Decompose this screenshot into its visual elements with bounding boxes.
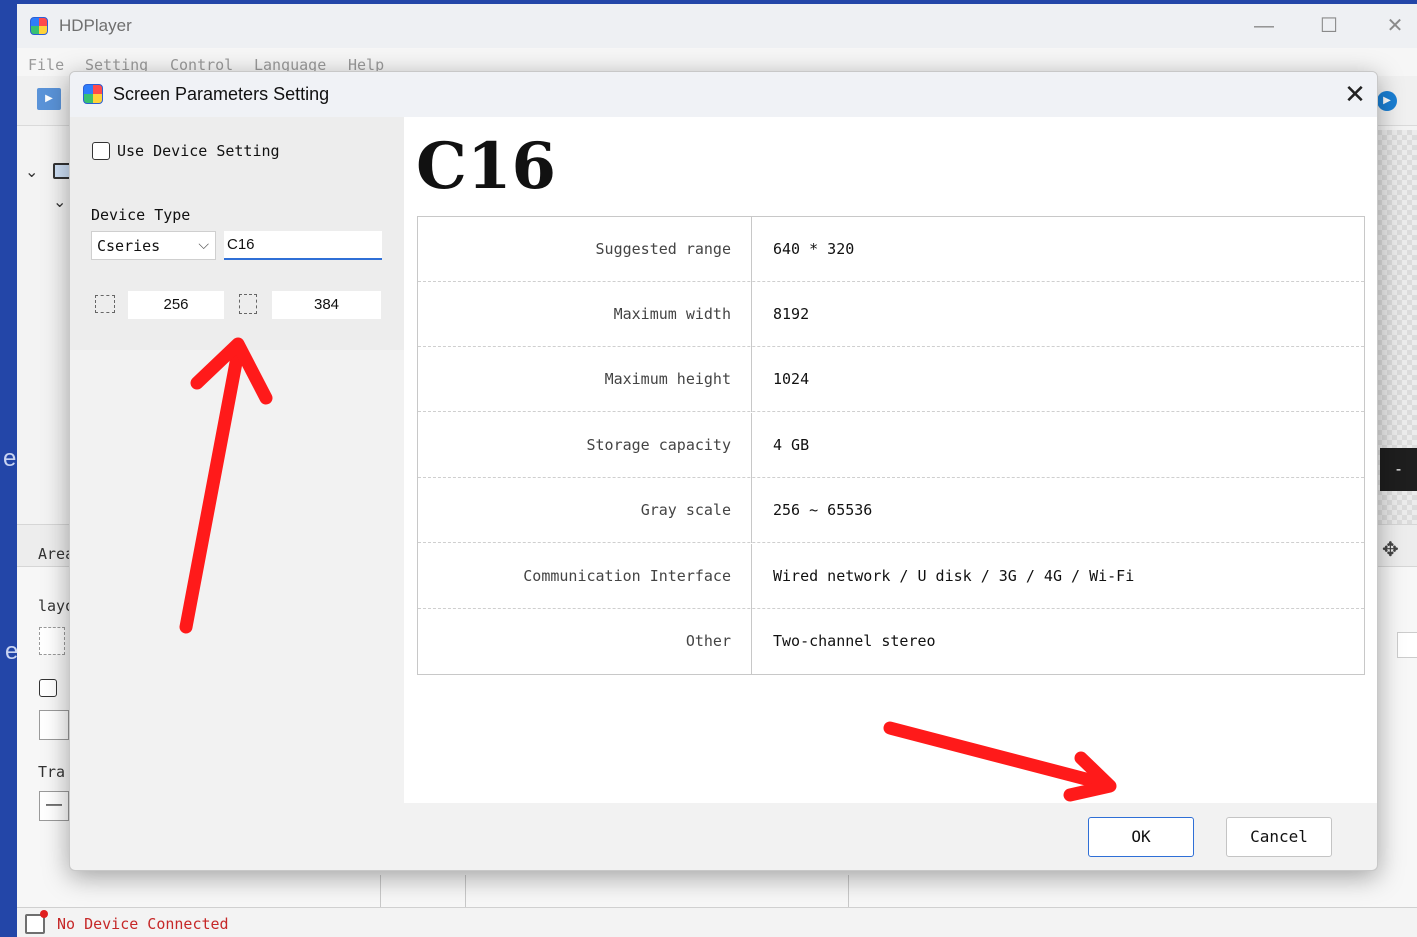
tree-expand-icon[interactable]: ⌄	[25, 162, 38, 182]
dialog-close-icon[interactable]: ✕	[1338, 78, 1372, 110]
device-settings-pane: Use Device Setting Device Type Cseries ⌵…	[70, 117, 404, 350]
use-device-setting-checkbox[interactable]	[92, 142, 110, 160]
device-spec-pane: C16 Suggested range 640 * 320 Maximum wi…	[404, 117, 1377, 803]
transparency-minus-button[interactable]: —	[39, 791, 69, 821]
height-icon	[239, 294, 257, 314]
table-row: Maximum height 1024	[418, 347, 1364, 412]
spec-value: 256 ~ 65536	[773, 501, 873, 519]
spec-table: Suggested range 640 * 320 Maximum width …	[417, 216, 1365, 675]
device-model-input[interactable]: C16	[224, 231, 382, 260]
desktop-edge-glyph: e	[5, 638, 19, 665]
spec-label: Communication Interface	[418, 544, 752, 609]
chevron-down-icon: ⌵	[198, 236, 209, 252]
spec-label: Maximum height	[418, 347, 752, 412]
model-heading: C16	[416, 129, 556, 204]
desktop-edge-glyph: e	[3, 445, 17, 472]
cancel-button[interactable]: Cancel	[1226, 817, 1332, 857]
device-series-select[interactable]: Cseries ⌵	[91, 231, 216, 260]
table-row: Suggested range 640 * 320	[418, 217, 1364, 282]
panel-field[interactable]	[39, 710, 69, 740]
spec-label: Gray scale	[418, 478, 752, 543]
table-row: Gray scale 256 ~ 65536	[418, 478, 1364, 543]
preview-side-button[interactable]: -	[1380, 448, 1417, 491]
spec-label: Suggested range	[418, 217, 752, 282]
spec-label: Maximum width	[418, 282, 752, 347]
spec-value: 4 GB	[773, 436, 810, 454]
spec-value: 1024	[773, 370, 810, 388]
tree-child-expand-icon[interactable]: ⌄	[53, 192, 66, 212]
spec-value: Two-channel stereo	[773, 632, 936, 650]
dialog-title-bar: Screen Parameters Setting ✕	[70, 72, 1377, 117]
device-model-value: C16	[227, 236, 255, 253]
table-row: Storage capacity 4 GB	[418, 413, 1364, 478]
minimize-icon[interactable]: —	[1249, 12, 1279, 40]
play-icon[interactable]: ▶	[1377, 91, 1397, 111]
panel-divider	[380, 875, 381, 910]
panel-divider	[465, 875, 466, 910]
connection-status: No Device Connected	[57, 915, 229, 933]
device-series-value: Cseries	[97, 237, 161, 255]
title-bar: HDPlayer — ☐ ✕	[17, 4, 1417, 48]
panel-divider	[848, 875, 849, 910]
menu-file[interactable]: File	[28, 56, 64, 74]
ok-button[interactable]: OK	[1088, 817, 1194, 857]
status-bar: No Device Connected	[17, 907, 1417, 937]
table-row: Other Two-channel stereo	[418, 609, 1364, 674]
dialog-app-icon	[83, 84, 103, 104]
new-program-icon[interactable]: ▶	[37, 88, 61, 110]
transparency-label: Tra	[38, 763, 66, 781]
move-icon[interactable]: ✥	[1382, 537, 1399, 562]
layout-icon[interactable]	[39, 627, 65, 655]
height-input[interactable]: 384	[272, 291, 381, 319]
table-row: Maximum width 8192	[418, 282, 1364, 347]
screen-parameters-dialog: Screen Parameters Setting ✕ Use Device S…	[69, 71, 1378, 871]
window-title: HDPlayer	[59, 16, 132, 35]
spec-label: Other	[418, 609, 752, 674]
width-input[interactable]: 256	[128, 291, 224, 319]
device-list-icon[interactable]	[25, 910, 48, 934]
spec-label: Storage capacity	[418, 413, 752, 478]
spec-value: 640 * 320	[773, 240, 855, 258]
table-row: Communication Interface Wired network / …	[418, 544, 1364, 609]
spec-value: Wired network / U disk / 3G / 4G / Wi-Fi	[773, 567, 1135, 585]
maximize-icon[interactable]: ☐	[1314, 12, 1344, 40]
close-window-icon[interactable]: ✕	[1380, 12, 1410, 40]
device-type-label: Device Type	[91, 206, 191, 224]
use-device-setting-label: Use Device Setting	[117, 142, 280, 160]
dialog-title: Screen Parameters Setting	[113, 84, 330, 104]
app-logo-icon	[30, 17, 48, 35]
panel-checkbox[interactable]	[39, 679, 57, 697]
panel-field-right[interactable]	[1397, 632, 1417, 658]
width-icon	[95, 295, 115, 313]
spec-value: 8192	[773, 305, 810, 323]
